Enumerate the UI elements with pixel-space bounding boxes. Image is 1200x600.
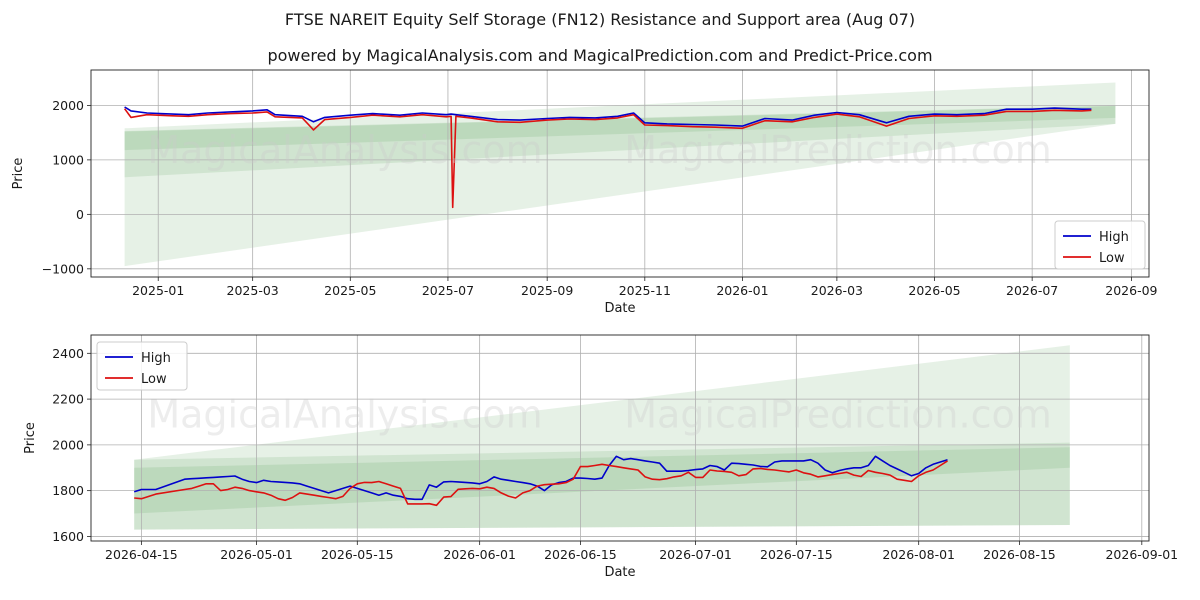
x-tick-label: 2026-05 <box>908 283 960 298</box>
legend-label-high: High <box>1099 230 1129 245</box>
y-tick-label: 0 <box>76 207 84 222</box>
legend-label-low: Low <box>141 372 167 387</box>
x-tick-label: 2026-01 <box>716 283 768 298</box>
y-tick-label: −1000 <box>42 261 84 276</box>
x-tick-label: 2026-03 <box>811 283 863 298</box>
watermark-text: MagicalPrediction.com <box>624 128 1052 172</box>
legend: High Low <box>1054 220 1146 270</box>
legend-label-high: High <box>141 351 171 366</box>
watermark-text: MagicalAnalysis.com <box>147 393 542 437</box>
watermark-text: MagicalPrediction.com <box>624 393 1052 437</box>
y-tick-label: 2000 <box>52 98 84 113</box>
x-axis-label: Date <box>604 565 635 580</box>
x-tick-label: 2026-07 <box>1006 283 1058 298</box>
x-tick-label: 2025-05 <box>324 283 376 298</box>
x-tick-label: 2026-09-01 <box>1105 547 1178 562</box>
x-tick-label: 2026-08-01 <box>882 547 955 562</box>
x-tick-label: 2026-08-15 <box>983 547 1056 562</box>
chart-2: 2026-04-15 2026-05-01 2026-05-15 2026-06-01… <box>23 334 1178 580</box>
x-tick-label: 2026-05-15 <box>321 547 394 562</box>
x-tick-label: 2026-06-01 <box>443 547 516 562</box>
y-tick-label: 2200 <box>52 392 84 407</box>
legend-label-low: Low <box>1099 251 1125 266</box>
x-tick-label: 2025-03 <box>227 283 279 298</box>
x-tick-label: 2026-05-01 <box>220 547 293 562</box>
y-tick-label: 1600 <box>52 529 84 544</box>
y-axis-label: Price <box>11 158 26 190</box>
watermark-text: MagicalAnalysis.com <box>147 128 542 172</box>
x-tick-label: 2026-09 <box>1105 283 1157 298</box>
y-axis-label: Price <box>23 422 38 454</box>
x-tick-label: 2025-01 <box>132 283 184 298</box>
x-tick-label: 2025-09 <box>521 283 573 298</box>
x-axis-label: Date <box>604 301 635 316</box>
y-tick-label: 1800 <box>52 483 84 498</box>
y-tick-label: 1000 <box>52 152 84 167</box>
x-tick-label: 2025-11 <box>619 283 671 298</box>
x-tick-label: 2026-07-01 <box>659 547 732 562</box>
x-tick-label: 2026-06-15 <box>544 547 617 562</box>
chart-1: 2025-01 2025-03 2025-05 2025-07 2025-09 2025-… <box>11 69 1158 316</box>
y-tick-label: 2000 <box>52 437 84 452</box>
y-tick-label: 2400 <box>52 346 84 361</box>
x-tick-label: 2026-07-15 <box>760 547 833 562</box>
x-tick-label: 2026-04-15 <box>105 547 178 562</box>
figure: FTSE NAREIT Equity Self Storage (FN12) R… <box>0 0 1200 600</box>
chart-canvas: 2025-01 2025-03 2025-05 2025-07 2025-09 2025-… <box>11 69 1178 580</box>
x-tick-label: 2025-07 <box>422 283 474 298</box>
legend: High Low <box>96 341 188 391</box>
